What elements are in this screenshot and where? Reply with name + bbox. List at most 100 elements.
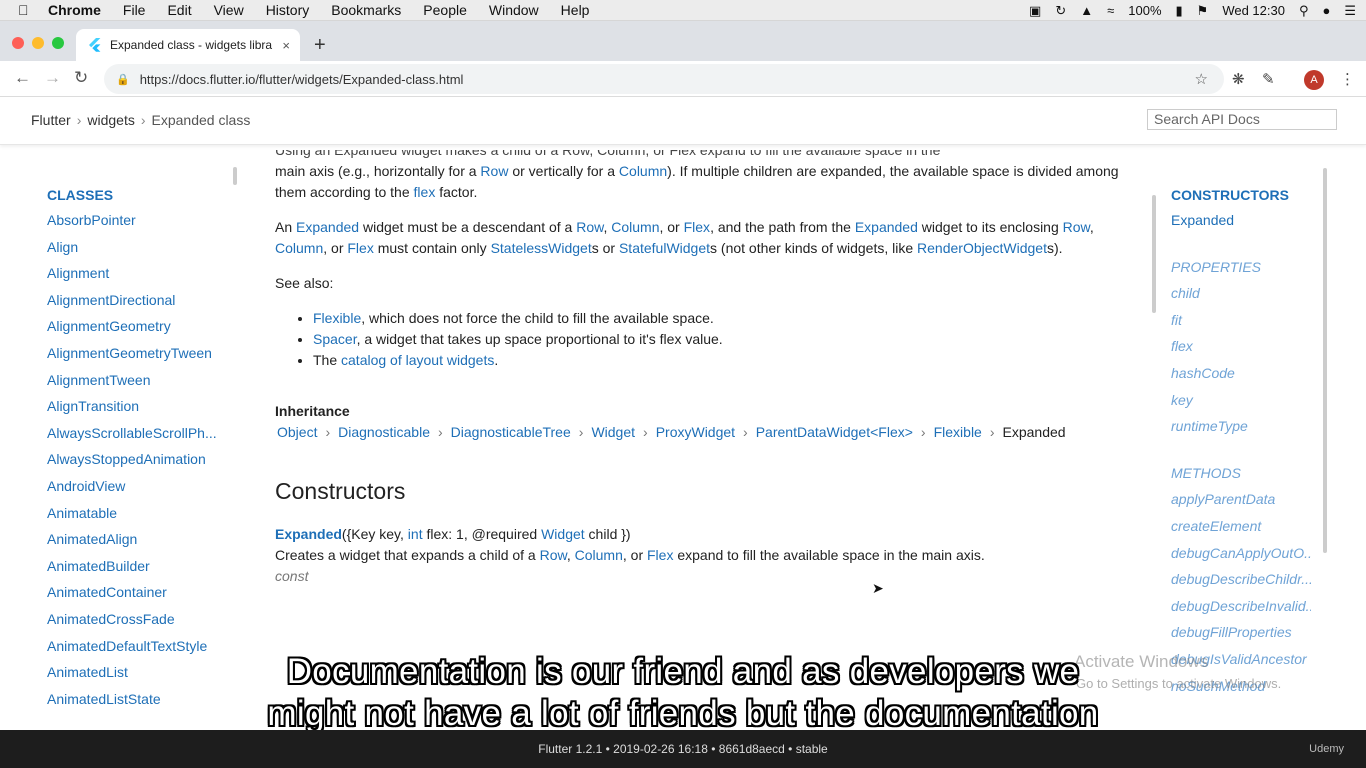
- expanded-link[interactable]: Expanded: [296, 219, 359, 235]
- clock[interactable]: Wed 12:30: [1222, 3, 1285, 18]
- row-link[interactable]: Row: [480, 163, 508, 179]
- toc-item[interactable]: child: [1171, 285, 1311, 312]
- back-icon[interactable]: ←: [14, 68, 31, 88]
- renderobjectwidget-link[interactable]: RenderObjectWidget: [917, 240, 1047, 256]
- class-link[interactable]: AlignmentDirectional: [47, 292, 227, 319]
- battery-icon[interactable]: ▮: [1176, 3, 1183, 19]
- page-scrollbar[interactable]: [1323, 168, 1327, 553]
- screen-record-icon[interactable]: ▣: [1029, 3, 1041, 19]
- int-link[interactable]: int: [408, 526, 423, 542]
- more-menu-icon[interactable]: ⋮: [1340, 70, 1355, 88]
- toc-item[interactable]: flex: [1171, 338, 1311, 365]
- spacer-link[interactable]: Spacer: [313, 331, 357, 347]
- menu-view[interactable]: View: [214, 2, 244, 18]
- flex-link[interactable]: Flex: [347, 240, 373, 256]
- crumb-flutter[interactable]: Flutter: [31, 112, 71, 128]
- class-link[interactable]: AlignTransition: [47, 398, 227, 425]
- toc-item[interactable]: applyParentData: [1171, 491, 1311, 518]
- toc-scrollbar[interactable]: [1152, 195, 1156, 313]
- toc-item[interactable]: createElement: [1171, 518, 1311, 545]
- statelesswidget-link[interactable]: StatelessWidget: [491, 240, 592, 256]
- close-window-button[interactable]: [12, 37, 24, 49]
- class-link[interactable]: AnimatedCrossFade: [47, 611, 227, 638]
- toc-item[interactable]: Expanded: [1171, 212, 1311, 239]
- notification-center-icon[interactable]: ☰: [1344, 3, 1356, 19]
- menu-edit[interactable]: Edit: [167, 2, 191, 18]
- new-tab-icon[interactable]: +: [314, 34, 326, 57]
- flag-icon[interactable]: ⚑: [1197, 3, 1209, 19]
- menu-file[interactable]: File: [123, 2, 146, 18]
- zoom-window-button[interactable]: [52, 37, 64, 49]
- class-link[interactable]: AlwaysStoppedAnimation: [47, 451, 227, 478]
- toc-item[interactable]: debugFillProperties: [1171, 624, 1311, 651]
- column-link[interactable]: Column: [275, 240, 323, 256]
- forward-icon[interactable]: →: [44, 68, 61, 88]
- menu-window[interactable]: Window: [489, 2, 539, 18]
- toc-item[interactable]: fit: [1171, 312, 1311, 339]
- apple-icon[interactable]: : [18, 2, 40, 18]
- menu-app-name[interactable]: Chrome: [48, 2, 101, 18]
- toc-item[interactable]: key: [1171, 392, 1311, 419]
- class-link[interactable]: AlignmentGeometryTween: [47, 345, 227, 372]
- class-link[interactable]: Animatable: [47, 505, 227, 532]
- minimize-window-button[interactable]: [32, 37, 44, 49]
- flex-link[interactable]: Flex: [647, 547, 673, 563]
- toc-item[interactable]: hashCode: [1171, 365, 1311, 392]
- layout-catalog-link[interactable]: catalog of layout widgets: [341, 352, 494, 368]
- menu-bookmarks[interactable]: Bookmarks: [331, 2, 401, 18]
- toc-item[interactable]: debugDescribeChildr...: [1171, 571, 1311, 598]
- class-link[interactable]: AnimatedBuilder: [47, 558, 227, 585]
- menu-people[interactable]: People: [423, 2, 467, 18]
- class-link[interactable]: AlignmentGeometry: [47, 318, 227, 345]
- column-link[interactable]: Column: [575, 547, 623, 563]
- row-link[interactable]: Row: [576, 219, 603, 235]
- menu-history[interactable]: History: [266, 2, 310, 18]
- class-link[interactable]: AbsorbPointer: [47, 212, 227, 239]
- crumb-widgets[interactable]: widgets: [87, 112, 134, 128]
- inherit-object-link[interactable]: Object: [277, 422, 317, 443]
- eyedropper-icon[interactable]: ✎: [1262, 70, 1275, 88]
- inherit-flexible-link[interactable]: Flexible: [934, 422, 982, 443]
- address-bar[interactable]: 🔒 https://docs.flutter.io/flutter/widget…: [104, 64, 1224, 94]
- profile-avatar[interactable]: A: [1304, 70, 1324, 90]
- methods-toc-heading[interactable]: METHODS: [1171, 465, 1311, 492]
- class-link[interactable]: Alignment: [47, 265, 227, 292]
- tab-expanded-class[interactable]: Expanded class - widgets libra ×: [76, 29, 300, 61]
- spotlight-icon[interactable]: ⚲: [1299, 3, 1309, 19]
- wifi-icon[interactable]: ≈: [1107, 3, 1114, 18]
- extension-bug-icon[interactable]: ❋: [1232, 70, 1245, 88]
- inherit-widget-link[interactable]: Widget: [591, 422, 635, 443]
- column-link[interactable]: Column: [611, 219, 659, 235]
- lock-icon[interactable]: 🔒: [116, 73, 130, 86]
- row-link[interactable]: Row: [540, 547, 567, 563]
- notification-icon[interactable]: ▲: [1080, 3, 1093, 18]
- toc-item[interactable]: debugCanApplyOutO...: [1171, 545, 1311, 572]
- sync-icon[interactable]: ↻: [1055, 3, 1066, 19]
- constructors-toc-heading[interactable]: CONSTRUCTORS: [1171, 187, 1311, 203]
- inherit-parentdatawidget-link[interactable]: ParentDataWidget<Flex>: [756, 422, 913, 443]
- toc-item[interactable]: runtimeType: [1171, 418, 1311, 445]
- bookmark-star-icon[interactable]: ☆: [1195, 70, 1208, 88]
- toc-item[interactable]: debugDescribeInvalid...: [1171, 598, 1311, 625]
- class-link[interactable]: AnimatedAlign: [47, 531, 227, 558]
- statefulwidget-link[interactable]: StatefulWidget: [619, 240, 710, 256]
- class-link[interactable]: AlwaysScrollableScrollPh...: [47, 425, 227, 452]
- inherit-proxywidget-link[interactable]: ProxyWidget: [656, 422, 735, 443]
- inherit-diagnosticable-link[interactable]: Diagnosticable: [338, 422, 430, 443]
- menu-help[interactable]: Help: [561, 2, 590, 18]
- left-scrollbar[interactable]: [233, 167, 237, 185]
- class-link[interactable]: Align: [47, 239, 227, 266]
- url-text[interactable]: https://docs.flutter.io/flutter/widgets/…: [140, 72, 464, 87]
- row-link[interactable]: Row: [1063, 219, 1090, 235]
- reload-icon[interactable]: ↻: [74, 68, 88, 88]
- siri-icon[interactable]: ●: [1322, 3, 1330, 18]
- column-link[interactable]: Column: [619, 163, 667, 179]
- flexible-link[interactable]: Flexible: [313, 310, 361, 326]
- flex-link[interactable]: Flex: [684, 219, 710, 235]
- constructor-name-link[interactable]: Expanded: [275, 526, 342, 542]
- expanded-link[interactable]: Expanded: [855, 219, 918, 235]
- widget-link[interactable]: Widget: [541, 526, 585, 542]
- flex-link[interactable]: flex: [414, 184, 436, 200]
- tab-close-icon[interactable]: ×: [282, 38, 290, 53]
- class-link[interactable]: AnimatedContainer: [47, 584, 227, 611]
